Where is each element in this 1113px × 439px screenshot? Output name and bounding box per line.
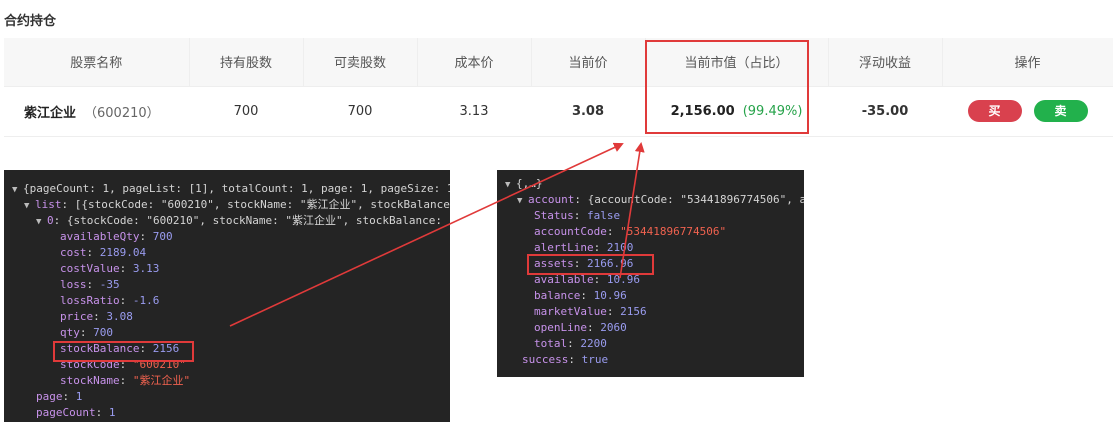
header-current-price: 当前价 bbox=[531, 38, 646, 86]
console-text: [{stockCode: "600210", stockName: "紫江企业"… bbox=[74, 198, 450, 211]
stock-code: （600210） bbox=[84, 105, 160, 121]
expand-triangle-icon[interactable]: ▼ bbox=[36, 214, 47, 230]
cell-cost-price: 3.13 bbox=[417, 85, 531, 137]
assets-highlight-box bbox=[527, 254, 654, 275]
console-line: availableQty: 700 bbox=[60, 230, 173, 243]
table-row: 紫江企业 （600210） 700 700 3.13 3.08 2,156.00(… bbox=[4, 85, 1113, 137]
stock-balance-highlight-box bbox=[53, 341, 194, 362]
cell-available-qty: 700 bbox=[303, 85, 417, 137]
console-line: ▼ {,…} bbox=[505, 176, 804, 192]
cell-stock: 紫江企业 （600210） bbox=[4, 85, 189, 137]
console-line: ▼ list: [{stockCode: "600210", stockName:… bbox=[12, 197, 450, 213]
console-line: pageCount: 1 bbox=[36, 406, 116, 419]
stock-name: 紫江企业 bbox=[24, 105, 77, 121]
console-line: total: 2200 bbox=[534, 337, 607, 350]
cell-hold-qty: 700 bbox=[189, 85, 303, 137]
console-text: {pageCount: 1, pageList: [1], totalCount… bbox=[23, 182, 450, 195]
console-key: list bbox=[35, 198, 62, 211]
console-key: account bbox=[528, 193, 575, 206]
console-line: qty: 700 bbox=[60, 326, 113, 339]
header-hold-qty: 持有股数 bbox=[189, 38, 304, 86]
section-title: 合约持仓 bbox=[4, 14, 57, 29]
header-stock-name: 股票名称 bbox=[4, 38, 190, 86]
sell-button[interactable]: 卖 bbox=[1033, 100, 1088, 122]
buy-button[interactable]: 买 bbox=[967, 100, 1022, 122]
header-float-profit: 浮动收益 bbox=[828, 38, 943, 86]
console-line: accountCode: "53441896774506" bbox=[534, 225, 727, 238]
cell-current-price: 3.08 bbox=[531, 85, 645, 137]
header-actions: 操作 bbox=[942, 38, 1113, 86]
console-line: costValue: 3.13 bbox=[60, 262, 160, 275]
console-line: page: 1 bbox=[36, 390, 83, 403]
header-available-qty: 可卖股数 bbox=[303, 38, 418, 86]
header-cost-price: 成本价 bbox=[417, 38, 532, 86]
console-line: lossRatio: -1.6 bbox=[60, 294, 160, 307]
console-line: loss: -35 bbox=[60, 278, 120, 291]
console-line: marketValue: 2156 bbox=[534, 305, 647, 318]
console-tail-left: page: 1 pageCount: 1 bbox=[12, 389, 450, 421]
console-line: openLine: 2060 bbox=[534, 321, 627, 334]
console-field-list-right: Status: false accountCode: "534418967745… bbox=[505, 208, 804, 352]
market-value-highlight-box bbox=[645, 40, 809, 134]
table-header-row: 股票名称 持有股数 可卖股数 成本价 当前价 当前市值（占比） 浮动收益 操作 bbox=[4, 38, 1113, 86]
console-line: price: 3.08 bbox=[60, 310, 133, 323]
console-line: ▼ account: {accountCode: "53441896774506"… bbox=[505, 192, 804, 208]
cell-actions: 买卖 bbox=[942, 85, 1113, 137]
console-line: success: true bbox=[522, 353, 609, 366]
console-text: {,…} bbox=[516, 177, 543, 190]
expand-triangle-icon[interactable]: ▼ bbox=[24, 198, 35, 214]
console-text: {stockCode: "600210", stockName: "紫江企业",… bbox=[66, 214, 443, 227]
console-line: balance: 10.96 bbox=[534, 289, 627, 302]
expand-triangle-icon[interactable]: ▼ bbox=[12, 182, 23, 198]
console-line: stockName: "紫江企业" bbox=[60, 374, 191, 387]
console-line: ▼ 0: {stockCode: "600210", stockName: "紫江… bbox=[12, 213, 450, 229]
console-panel-left: ▼ {pageCount: 1, pageList: [1], totalCoun… bbox=[4, 170, 450, 422]
console-line: Status: false bbox=[534, 209, 621, 222]
positions-table: 股票名称 持有股数 可卖股数 成本价 当前价 当前市值（占比） 浮动收益 操作 … bbox=[4, 38, 1113, 137]
console-key: 0 bbox=[47, 214, 54, 227]
cell-float-profit: -35.00 bbox=[828, 85, 942, 137]
console-text: {accountCode: "53441896774506", av bbox=[587, 193, 804, 206]
console-line: ▼ {pageCount: 1, pageList: [1], totalCoun… bbox=[12, 181, 450, 197]
console-field-list-left: availableQty: 700 cost: 2189.04 costValu… bbox=[12, 229, 450, 389]
expand-triangle-icon[interactable]: ▼ bbox=[505, 177, 516, 193]
expand-triangle-icon[interactable]: ▼ bbox=[517, 193, 528, 209]
screenshot-canvas: 合约持仓 股票名称 持有股数 可卖股数 成本价 当前价 当前市值（占比） 浮动收… bbox=[0, 0, 1113, 439]
console-line: cost: 2189.04 bbox=[60, 246, 147, 259]
